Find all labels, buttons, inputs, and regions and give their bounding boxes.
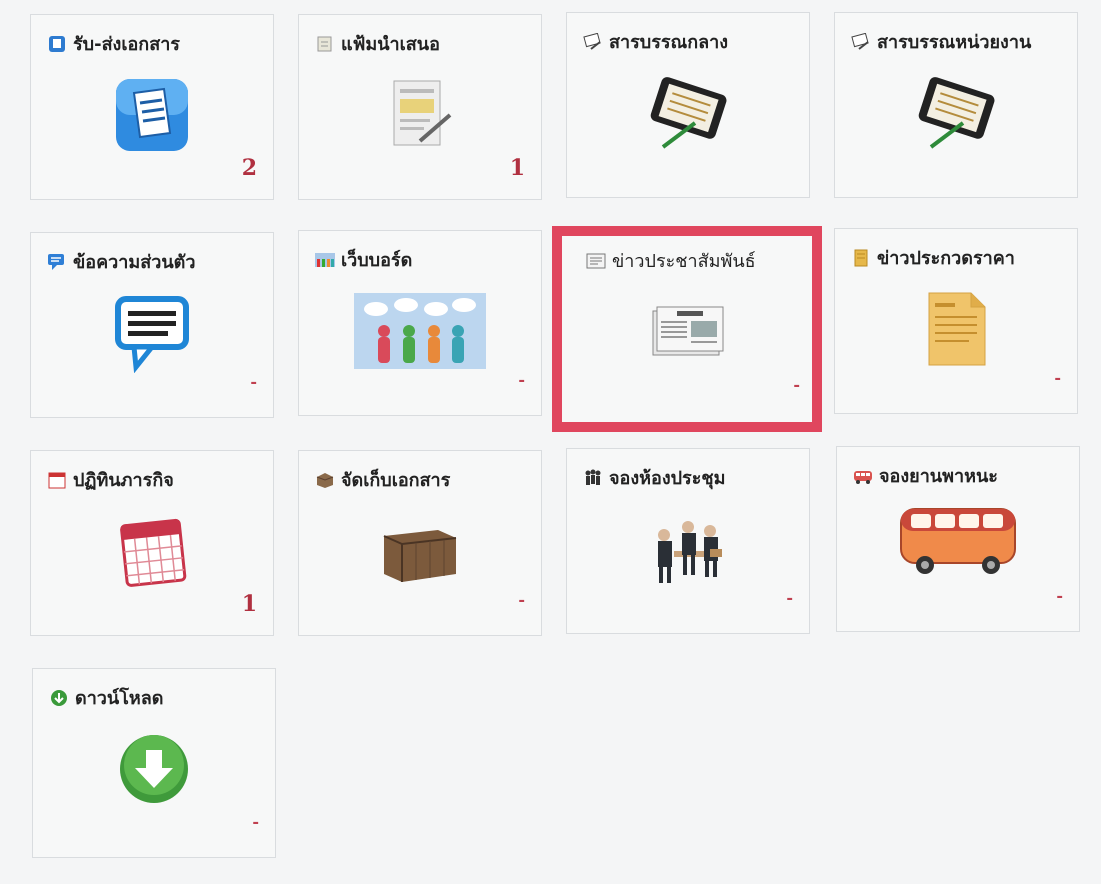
tile-count: - <box>793 375 800 394</box>
tile-count: - <box>1054 368 1061 387</box>
tile-archive[interactable]: จัดเก็บเอกสาร - <box>298 450 542 636</box>
tile-title: ข่าวประชาสัมพันธ์ <box>586 246 756 275</box>
tile-count: - <box>250 372 257 391</box>
tile-title: รับ-ส่งเอกสาร <box>47 29 180 58</box>
tile-count: 1 <box>509 155 525 181</box>
sign-small-icon <box>851 32 869 50</box>
archive-box-icon <box>372 509 468 593</box>
tile-receive-send-docs[interactable]: รับ-ส่งเอกสาร 2 <box>30 14 274 200</box>
sign-small-icon <box>583 32 601 50</box>
tile-title: จองยานพาหนะ <box>853 461 998 490</box>
box-small-icon <box>316 472 334 488</box>
document-sign-icon <box>372 73 468 157</box>
tile-count: - <box>1056 586 1063 605</box>
tile-proposal-folder[interactable]: แฟ้มนำเสนอ 1 <box>298 14 542 200</box>
newspaper-small-icon <box>586 253 606 268</box>
tile-title: ดาวน์โหลด <box>49 683 163 712</box>
tile-title: จองห้องประชุม <box>583 463 725 492</box>
calendar-icon <box>104 509 200 593</box>
document-edit-icon <box>104 73 200 157</box>
people-chat-icon <box>354 289 486 373</box>
tile-count: - <box>786 588 793 607</box>
tile-calendar[interactable]: ปฏิทินภารกิจ 1 <box>30 450 274 636</box>
download-arrow-icon <box>106 727 202 811</box>
tile-title: จัดเก็บเอกสาร <box>315 465 450 494</box>
tablet-pen-icon <box>640 71 736 155</box>
tile-title: เว็บบอร์ด <box>315 245 412 274</box>
tile-count: - <box>518 370 525 389</box>
document-small-icon <box>49 35 65 52</box>
tile-bid-news[interactable]: ข่าวประกวดราคา - <box>834 228 1078 414</box>
tile-count: 2 <box>241 155 257 181</box>
bus-icon <box>897 499 1019 583</box>
tile-title: ปฏิทินภารกิจ <box>47 465 174 494</box>
tile-room-booking[interactable]: จองห้องประชุม - <box>566 448 810 634</box>
tile-count: 1 <box>241 591 257 617</box>
speech-bubble-icon <box>104 291 200 375</box>
tile-count: - <box>518 590 525 609</box>
tile-title: แฟ้มนำเสนอ <box>315 29 440 58</box>
tile-unit-correspondence[interactable]: สารบรรณหน่วยงาน <box>834 12 1078 198</box>
newspaper-icon <box>639 291 735 375</box>
bus-small-icon <box>854 470 872 484</box>
tile-count: - <box>252 812 259 831</box>
tile-title: สารบรรณหน่วยงาน <box>851 27 1031 56</box>
notepad-icon <box>908 287 1004 371</box>
tile-title: สารบรรณกลาง <box>583 27 728 56</box>
group-small-icon <box>585 469 601 485</box>
tablet-pen-icon <box>908 71 1004 155</box>
download-small-icon <box>51 689 67 706</box>
folder-small-icon <box>317 36 332 51</box>
tile-vehicle-booking[interactable]: จองยานพาหนะ - <box>836 446 1080 632</box>
chat-small-icon <box>48 253 64 270</box>
tile-download[interactable]: ดาวน์โหลด - <box>32 668 276 858</box>
notepad-small-icon <box>854 249 868 266</box>
people-small-icon <box>315 252 335 267</box>
tile-title: ข่าวประกวดราคา <box>851 243 1015 272</box>
tile-title: ข้อความส่วนตัว <box>47 247 195 276</box>
calendar-small-icon <box>48 472 66 488</box>
tile-private-message[interactable]: ข้อความส่วนตัว - <box>30 232 274 418</box>
tile-central-correspondence[interactable]: สารบรรณกลาง <box>566 12 810 198</box>
meeting-people-icon <box>640 507 736 591</box>
tile-webboard[interactable]: เว็บบอร์ด - <box>298 230 542 416</box>
tile-pr-news[interactable]: ข่าวประชาสัมพันธ์ - <box>552 226 822 432</box>
